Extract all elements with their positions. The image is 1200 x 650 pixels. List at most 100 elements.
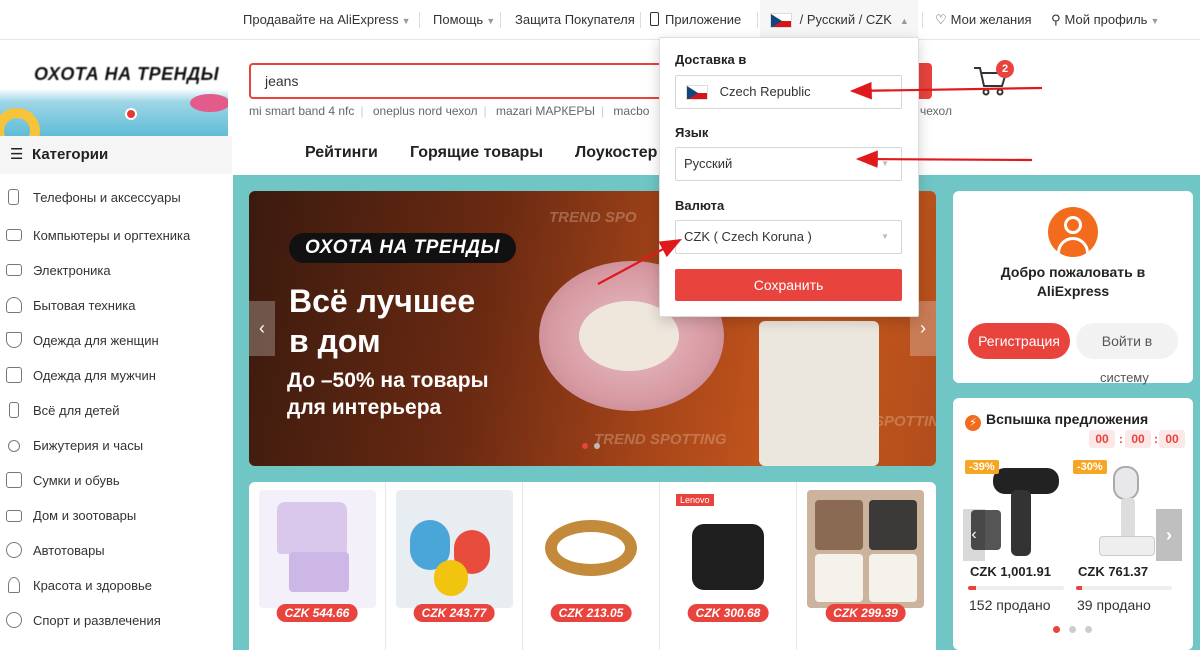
product-price: CZK 300.68 (687, 604, 769, 622)
category-kids[interactable]: Всё для детей (0, 393, 232, 428)
deals-next-arrow[interactable]: › (1156, 509, 1182, 561)
promo-logo-title: ОХОТА НА ТРЕНДЫ (34, 64, 220, 84)
hero-watermark: TREND SPOTTING (594, 431, 727, 448)
login-button[interactable]: Войти в (1076, 323, 1178, 359)
hero-prev-arrow[interactable]: ‹ (249, 301, 275, 356)
shirt-icon (6, 367, 22, 383)
product-card[interactable]: Lenovo CZK 300.68 (660, 482, 797, 650)
phone-icon (8, 189, 19, 205)
deals-page-dot[interactable] (1069, 626, 1076, 633)
hero-watermark: SPOTTIN (874, 413, 936, 430)
carousel-dot-active[interactable] (582, 443, 588, 449)
category-appliances[interactable]: Бытовая техника (0, 288, 232, 323)
login-button-overflow-text[interactable]: систему (1100, 370, 1149, 385)
product-card[interactable]: CZK 544.66 (249, 482, 386, 650)
chevron-down-icon: ▼ (881, 232, 889, 241)
deals-prev-arrow[interactable]: ‹ (963, 509, 985, 561)
search-button[interactable] (918, 63, 932, 99)
nav-ratings[interactable]: Рейтинги (305, 144, 378, 162)
promo-logo-banner[interactable]: ОХОТА НА ТРЕНДЫ (0, 50, 228, 136)
divider (419, 12, 420, 28)
deals-page-dot[interactable] (1085, 626, 1092, 633)
product-image (396, 490, 513, 608)
hero-subheadline: До –50% на товары для интерьера (287, 369, 489, 419)
cart-count-badge: 2 (996, 60, 1014, 78)
search-input[interactable]: jeans (249, 63, 659, 99)
laptop-icon (6, 229, 22, 241)
chevron-down-icon: ▼ (881, 159, 889, 168)
brand-label: Lenovo (676, 494, 714, 506)
swim-ring-image (0, 108, 40, 136)
hotword-link[interactable]: macbo (613, 104, 649, 118)
product-strip: CZK 544.66 CZK 243.77 CZK 213.05 Lenovo … (249, 482, 936, 650)
ball-image (125, 108, 137, 120)
deals-page-dot-active[interactable] (1053, 626, 1060, 633)
save-button[interactable]: Сохранить (675, 269, 902, 301)
product-image (807, 490, 924, 608)
sofa-icon (6, 510, 22, 522)
product-image: Lenovo (670, 490, 787, 608)
dress-icon (6, 332, 22, 348)
app-link[interactable]: Приложение (650, 0, 741, 40)
mop-bucket-image (759, 321, 879, 466)
deal-sold-progress (1076, 586, 1172, 590)
category-computers[interactable]: Компьютеры и оргтехника (0, 218, 232, 253)
ship-to-select[interactable]: Czech Republic (675, 75, 902, 109)
nav-lowcost[interactable]: Лоукостер (575, 144, 657, 162)
product-price: CZK 299.39 (825, 604, 906, 622)
camera-icon (6, 264, 22, 276)
divider (757, 12, 758, 28)
carousel-dot[interactable] (594, 443, 600, 449)
category-sport[interactable]: Спорт и развлечения (0, 603, 232, 638)
wishlist-link[interactable]: ♡ Мои желания (935, 0, 1032, 40)
locale-selector[interactable]: / Русский / CZK ▲ (760, 0, 918, 40)
user-icon: ⚲ (1051, 12, 1061, 27)
currency-select[interactable]: CZK ( Czech Koruna ) ▼ (675, 220, 902, 254)
category-women[interactable]: Одежда для женщин (0, 323, 232, 358)
phone-icon (650, 12, 659, 26)
sell-on-aliexpress-link[interactable]: Продавайте на AliExpress ▼ (243, 0, 411, 40)
timer-colon: : (1154, 432, 1158, 446)
czech-flag-icon (770, 13, 792, 29)
timer-hours: 00 (1089, 430, 1115, 448)
language-label: Язык (675, 125, 709, 140)
hero-watermark: TREND SPO (549, 209, 637, 226)
category-home-pets[interactable]: Дом и зоотовары (0, 498, 232, 533)
category-electronics[interactable]: Электроника (0, 253, 232, 288)
czech-flag-icon (686, 85, 708, 101)
register-button[interactable]: Регистрация (968, 323, 1070, 359)
divider (922, 12, 923, 28)
lightning-icon: ⚡ (965, 415, 981, 431)
welcome-text: Добро пожаловать в AliExpress (1000, 264, 1146, 299)
deal-price: CZK 761.37 (1078, 564, 1149, 579)
hero-tag: ОХОТА НА ТРЕНДЫ (289, 233, 517, 263)
profile-link[interactable]: ⚲ Мой профиль ▼ (1051, 0, 1159, 40)
hotword-link[interactable]: mi smart band 4 nfc (249, 104, 354, 118)
baby-bottle-icon (9, 402, 19, 418)
hot-search-words: mi smart band 4 nfc | oneplus nord чехол |… (249, 104, 650, 118)
category-beauty[interactable]: Красота и здоровье (0, 568, 232, 603)
timer-colon: : (1119, 432, 1123, 446)
avatar-icon (1048, 207, 1098, 257)
hotword-link[interactable]: mazari МАРКЕРЫ (496, 104, 595, 118)
category-men[interactable]: Одежда для мужчин (0, 358, 232, 393)
beauty-icon (8, 577, 20, 593)
category-bags-shoes[interactable]: Сумки и обувь (0, 463, 232, 498)
categories-header[interactable]: ☰ Категории (0, 136, 232, 174)
category-auto[interactable]: Автотовары (0, 533, 232, 568)
hero-headline: Всё лучшее в дом (289, 283, 476, 359)
category-jewelry[interactable]: Бижутерия и часы (0, 428, 232, 463)
product-card[interactable]: CZK 299.39 (797, 482, 934, 650)
hotword-link[interactable]: oneplus nord чехол (373, 104, 478, 118)
hotword-link[interactable]: чехол (920, 104, 952, 118)
category-phones[interactable]: Телефоны и аксессуары (0, 180, 232, 215)
heart-icon: ♡ (935, 12, 947, 27)
buyer-protection-link[interactable]: Защита Покупателя (515, 0, 635, 40)
product-card[interactable]: CZK 213.05 (523, 482, 660, 650)
language-select[interactable]: Русский ▼ (675, 147, 902, 181)
help-link[interactable]: Помощь ▼ (433, 0, 495, 40)
product-card[interactable]: CZK 243.77 (386, 482, 523, 650)
discount-badge: -30% (1073, 460, 1107, 474)
flash-deals-title: ⚡ Вспышка предложения (965, 411, 1148, 431)
nav-hot-products[interactable]: Горящие товары (410, 144, 543, 162)
